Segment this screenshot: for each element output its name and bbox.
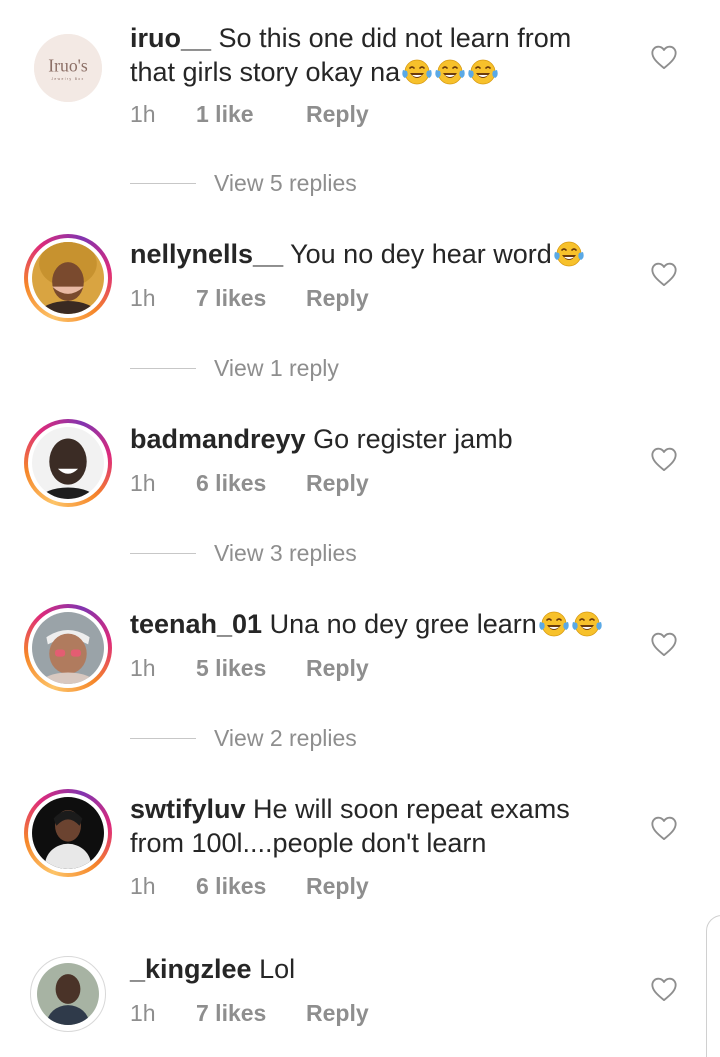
comment-username[interactable]: nellynells__ [130,239,283,269]
heart-outline-icon[interactable] [650,631,678,657]
reply-button[interactable]: Reply [306,655,369,682]
view-replies-button[interactable]: View 5 replies [130,170,357,197]
heart-outline-icon[interactable] [650,976,678,1002]
reply-button[interactable]: Reply [306,101,369,128]
comment-likes[interactable]: 5 likes [196,655,306,682]
view-replies-button[interactable]: View 3 replies [130,540,357,567]
avatar-brand-subtext: Jewelry Box [51,77,84,81]
user-photo-icon [37,963,99,1025]
tears-of-joy-emoji-icon [553,240,585,268]
reply-button[interactable]: Reply [306,1000,369,1027]
user-photo-icon [32,612,104,684]
comment-likes[interactable]: 6 likes [196,873,306,900]
comment-meta: 1h 5 likes Reply [130,655,369,682]
user-photo-icon [32,797,104,869]
reply-button[interactable]: Reply [306,470,369,497]
view-replies-label: View 5 replies [214,170,357,196]
comment-text: Go register jamb [313,424,513,454]
divider-line [130,367,196,370]
heart-outline-icon[interactable] [650,815,678,841]
user-photo-icon [32,242,104,314]
floating-panel-edge[interactable] [706,915,720,1057]
comment-text: Lol [259,954,296,984]
tears-of-joy-emoji-icon [538,610,570,638]
comment-meta: 1h 6 likes Reply [130,470,369,497]
avatar[interactable] [24,789,112,877]
avatar-brand-text: Iruo's [48,55,88,75]
comment-body: badmandreyy Go register jamb [130,422,620,456]
view-replies-label: View 3 replies [214,540,357,566]
comment-likes[interactable]: 7 likes [196,1000,306,1027]
comment-body: teenah_01 Una no dey gree learn [130,607,620,641]
comment-username[interactable]: iruo__ [130,23,211,53]
heart-outline-icon[interactable] [650,446,678,472]
tears-of-joy-emoji-icon [467,58,499,86]
comment-username[interactable]: teenah_01 [130,609,262,639]
comment-likes[interactable]: 6 likes [196,470,306,497]
user-photo-icon [32,427,104,499]
comment-username[interactable]: badmandreyy [130,424,306,454]
heart-outline-icon[interactable] [650,44,678,70]
tears-of-joy-emoji-icon [401,58,433,86]
comment-body: nellynells__ You no dey hear word [130,237,620,271]
reply-button[interactable]: Reply [306,285,369,312]
comment-meta: 1h 1 like Reply [130,101,369,128]
divider-line [130,737,196,740]
heart-outline-icon[interactable] [650,261,678,287]
comment-text: You no dey hear word [290,239,552,269]
comment-time: 1h [130,1000,156,1026]
comment-meta: 1h 7 likes Reply [130,1000,369,1027]
brand-logo-icon: Iruo's Jewelry Box [34,34,102,102]
view-replies-button[interactable]: View 2 replies [130,725,357,752]
comment-body: _kingzlee Lol [130,952,620,986]
divider-line [130,552,196,555]
comment-time: 1h [130,470,156,496]
comment-body: swtifyluv He will soon repeat exams from… [130,792,620,860]
comment-meta: 1h 7 likes Reply [130,285,369,312]
comment-text: Una no dey gree learn [269,609,537,639]
comment-time: 1h [130,873,156,899]
reply-button[interactable]: Reply [306,873,369,900]
comment-body: iruo__ So this one did not learn from th… [130,21,620,89]
view-replies-label: View 2 replies [214,725,357,751]
view-replies-label: View 1 reply [214,355,339,381]
avatar[interactable] [24,234,112,322]
avatar[interactable] [24,419,112,507]
comment-likes[interactable]: 7 likes [196,285,306,312]
comment-likes[interactable]: 1 like [196,101,306,128]
comment-meta: 1h 6 likes Reply [130,873,369,900]
divider-line [130,182,196,185]
avatar[interactable] [24,604,112,692]
avatar[interactable]: Iruo's Jewelry Box [24,24,112,112]
comment-username[interactable]: swtifyluv [130,794,246,824]
view-replies-button[interactable]: View 1 reply [130,355,339,382]
comment-time: 1h [130,285,156,311]
comment-time: 1h [130,655,156,681]
comment-time: 1h [130,101,156,127]
avatar[interactable] [30,956,106,1032]
tears-of-joy-emoji-icon [434,58,466,86]
tears-of-joy-emoji-icon [571,610,603,638]
comment-username[interactable]: _kingzlee [130,954,252,984]
